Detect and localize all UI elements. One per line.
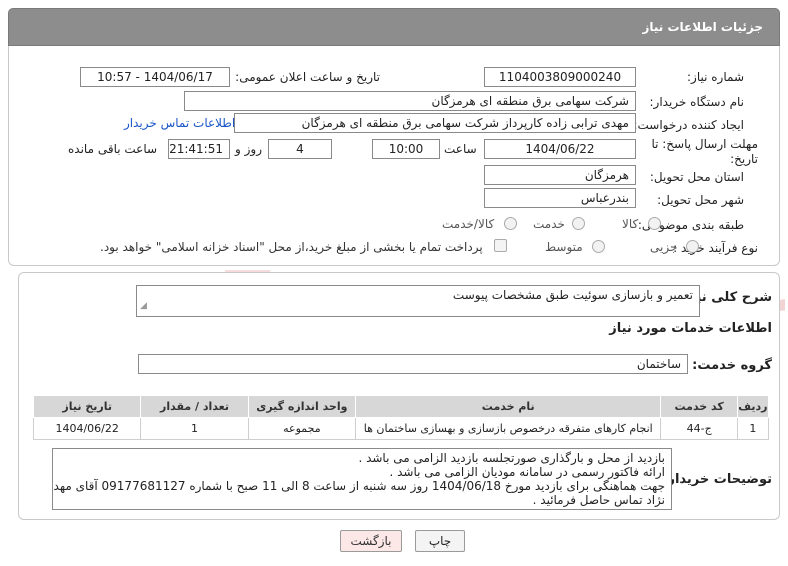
deadline-date-label: تاریخ: [730, 152, 758, 166]
services-table: ردیف کد خدمت نام خدمت واحد اندازه گیری ت… [32, 395, 770, 440]
page-title: جزئیات اطلاعات نیاز [642, 20, 763, 34]
buyer-notes-label: توضیحات خریدار: [662, 472, 772, 487]
print-button[interactable]: چاپ [415, 530, 465, 552]
deadline-label: مهلت ارسال پاسخ: تا [651, 137, 758, 151]
cell-unit: مجموعه [247, 417, 357, 440]
summary-text: تعمیر و بازسازی سوئیت طبق مشخصات پیوست [452, 288, 693, 302]
buyer-contact-link[interactable]: اطلاعات تماس خریدار [124, 116, 235, 130]
remaining-days-label: روز و [235, 142, 262, 156]
announce-datetime-field[interactable]: 1404/06/17 - 10:57 [80, 67, 230, 87]
panel-header: جزئیات اطلاعات نیاز [8, 8, 780, 46]
need-number-field[interactable]: 1104003809000240 [484, 67, 636, 87]
announce-datetime-label: تاریخ و ساعت اعلان عمومی: [235, 70, 380, 84]
back-button[interactable]: بازگشت [340, 530, 402, 552]
buyer-field[interactable]: شرکت سهامی برق منطقه ای هرمزگان [184, 91, 636, 111]
cell-row-number: 1 [736, 417, 770, 440]
remaining-days-field[interactable]: 4 [268, 139, 332, 159]
city-field[interactable]: بندرعباس [484, 188, 636, 208]
notes-line: جهت هماهنگی برای بازدید مورخ 1404/06/18 … [53, 479, 665, 493]
creator-field[interactable]: مهدی ترابی زاده کارپرداز شرکت سهامی برق … [234, 113, 636, 133]
service-group-field[interactable]: ساختمان [138, 354, 688, 374]
notes-line: نژاد تماس حاصل فرمائید . [532, 493, 665, 507]
cell-service-code: ج-44 [660, 417, 738, 440]
resize-handle-icon[interactable]: ◢ [140, 297, 147, 315]
cell-need-date: 1404/06/22 [32, 417, 142, 440]
process-medium-label: متوسط [545, 240, 583, 254]
treasury-payment-checkbox[interactable] [494, 239, 507, 252]
process-minor-radio[interactable] [686, 240, 699, 253]
table-row[interactable]: 1 ج-44 انجام کارهای متفرقه درخصوص بازساز… [32, 417, 770, 440]
cell-quantity: 1 [140, 417, 249, 440]
category-goods-label: کالا [622, 217, 639, 231]
creator-label: ایجاد کننده درخواست: [633, 118, 744, 132]
service-group-label: گروه خدمت: [692, 358, 772, 373]
remaining-time-field[interactable]: 21:41:51 [168, 139, 230, 159]
process-medium-radio[interactable] [592, 240, 605, 253]
category-goods-service-radio[interactable] [504, 217, 517, 230]
table-header-row: ردیف کد خدمت نام خدمت واحد اندازه گیری ت… [32, 395, 770, 418]
province-label: استان محل تحویل: [649, 170, 744, 184]
buyer-label: نام دستگاه خریدار: [649, 95, 745, 109]
deadline-time-field[interactable]: 10:00 [372, 139, 440, 159]
col-service-code: کد خدمت [660, 395, 738, 418]
category-goods-radio[interactable] [648, 217, 661, 230]
notes-line: بازدید از محل و بارگذاری صورتجلسه بازدید… [358, 451, 665, 465]
city-label: شهر محل تحویل: [657, 193, 744, 207]
col-need-date: تاریخ نیاز [32, 395, 142, 418]
col-service-name: نام خدمت [355, 395, 662, 418]
cell-service-name: انجام کارهای متفرقه درخصوص بازسازی و بهس… [355, 417, 662, 440]
remaining-time-label: ساعت باقی مانده [68, 142, 158, 156]
col-unit: واحد اندازه گیری [247, 395, 357, 418]
province-field[interactable]: هرمزگان [484, 165, 636, 185]
buyer-notes-field[interactable]: بازدید از محل و بارگذاری صورتجلسه بازدید… [52, 448, 672, 510]
deadline-time-label: ساعت [444, 142, 477, 156]
category-goods-service-label: کالا/خدمت [442, 217, 495, 231]
category-service-radio[interactable] [572, 217, 585, 230]
col-quantity: تعداد / مقدار [140, 395, 249, 418]
summary-field[interactable]: تعمیر و بازسازی سوئیت طبق مشخصات پیوست ◢ [136, 285, 700, 317]
process-minor-label: جزیی [650, 240, 678, 254]
treasury-payment-note: پرداخت تمام یا بخشی از مبلغ خرید،از محل … [100, 240, 483, 254]
notes-line: ارائه فاکتور رسمی در سامانه مودیان الزام… [389, 465, 665, 479]
deadline-date-field[interactable]: 1404/06/22 [484, 139, 636, 159]
col-row-number: ردیف [736, 395, 770, 418]
need-number-label: شماره نیاز: [687, 70, 744, 84]
category-service-label: خدمت [533, 217, 565, 231]
services-section-title: اطلاعات خدمات مورد نیاز [609, 321, 772, 336]
